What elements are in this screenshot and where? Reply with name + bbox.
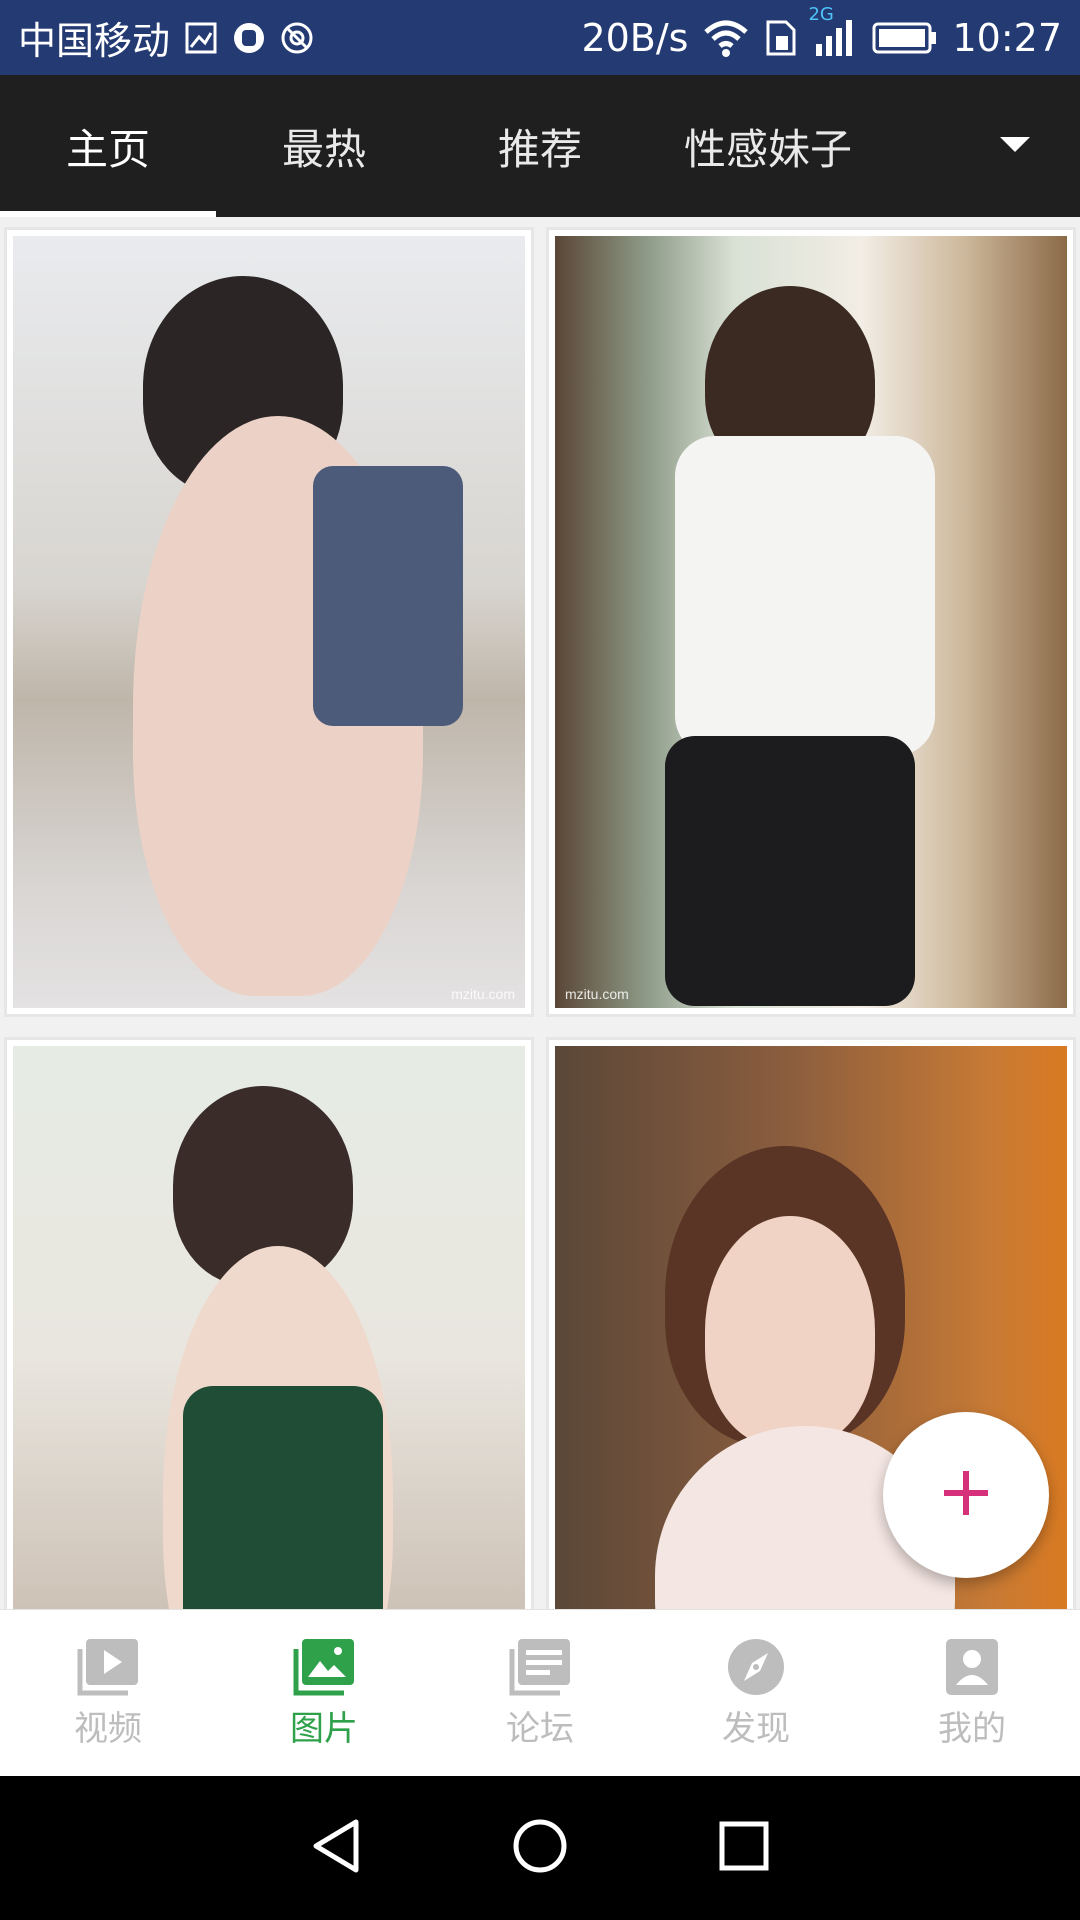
image-grid: mzitu.com mzitu.com — [0, 217, 1080, 1609]
gallery-photo: mzitu.com — [555, 236, 1067, 1008]
nav-label: 发现 — [722, 1708, 790, 1749]
photo-dress-shape — [183, 1386, 383, 1609]
nav-item-video[interactable]: 视频 — [0, 1610, 216, 1776]
tab-label: 最热 — [281, 124, 366, 174]
nav-item-forum[interactable]: 论坛 — [432, 1610, 648, 1776]
tab-sexy-girls[interactable]: 性感妹子 — [648, 75, 888, 217]
photo-pillow-shape — [313, 466, 463, 726]
plus-icon — [942, 1469, 990, 1521]
tab-label: 性感妹子 — [683, 124, 852, 174]
home-icon — [512, 1818, 568, 1878]
video-icon — [76, 1637, 140, 1697]
nav-label: 视频 — [74, 1708, 142, 1749]
nav-label: 我的 — [938, 1708, 1006, 1749]
back-button[interactable] — [310, 1818, 362, 1878]
top-tab-bar: 主页 最热 推荐 性感妹子 — [0, 75, 1080, 217]
image-icon — [292, 1637, 356, 1697]
tab-hottest[interactable]: 最热 — [216, 75, 432, 217]
recents-icon — [718, 1820, 770, 1876]
forum-icon — [508, 1637, 572, 1697]
wifi-icon — [702, 18, 750, 58]
back-icon — [310, 1818, 362, 1878]
tab-recommended[interactable]: 推荐 — [432, 75, 648, 217]
gallery-photo — [13, 1046, 525, 1609]
photo-face-shape — [705, 1216, 875, 1446]
sim-icon — [764, 18, 798, 58]
status-left: 中国移动 — [18, 10, 314, 65]
tab-home[interactable]: 主页 — [0, 75, 216, 217]
nav-item-images[interactable]: 图片 — [216, 1610, 432, 1776]
profile-icon — [940, 1637, 1004, 1697]
photo-skirt-shape — [665, 736, 915, 1006]
hand-icon — [232, 21, 266, 55]
status-right: 20B/s 2G 10:27 — [581, 4, 1062, 60]
photo-watermark: mzitu.com — [451, 986, 515, 1002]
network-type: 2G — [808, 3, 834, 25]
nav-item-discover[interactable]: 发现 — [648, 1610, 864, 1776]
tab-more-button[interactable] — [950, 75, 1080, 217]
bottom-navigation: 视频 图片 论坛 发现 我的 — [0, 1609, 1080, 1776]
image-card[interactable] — [4, 1037, 534, 1609]
image-icon — [184, 21, 218, 55]
carrier-name: 中国移动 — [18, 19, 171, 63]
add-fab-button[interactable] — [883, 1412, 1049, 1578]
photo-shirt-shape — [675, 436, 935, 756]
compass-icon — [724, 1637, 788, 1697]
clock: 10:27 — [952, 15, 1062, 60]
dropdown-arrow-icon — [998, 134, 1032, 158]
image-card[interactable]: mzitu.com — [546, 227, 1076, 1017]
tab-label: 主页 — [65, 124, 150, 174]
tab-label: 推荐 — [497, 124, 582, 174]
photo-watermark: mzitu.com — [565, 986, 629, 1002]
system-navigation-bar — [0, 1776, 1080, 1920]
signal-icon: 2G — [808, 4, 858, 58]
nav-label: 论坛 — [506, 1708, 574, 1749]
network-speed: 20B/s — [581, 15, 689, 60]
battery-icon — [872, 21, 938, 55]
circle-icon — [280, 21, 314, 55]
home-button[interactable] — [512, 1818, 568, 1878]
image-card[interactable]: mzitu.com — [4, 227, 534, 1017]
gallery-photo: mzitu.com — [13, 236, 525, 1008]
nav-label: 图片 — [290, 1708, 358, 1749]
nav-item-profile[interactable]: 我的 — [864, 1610, 1080, 1776]
status-bar: 中国移动 20B/s 2G 10:27 — [0, 0, 1080, 75]
recents-button[interactable] — [718, 1820, 770, 1876]
